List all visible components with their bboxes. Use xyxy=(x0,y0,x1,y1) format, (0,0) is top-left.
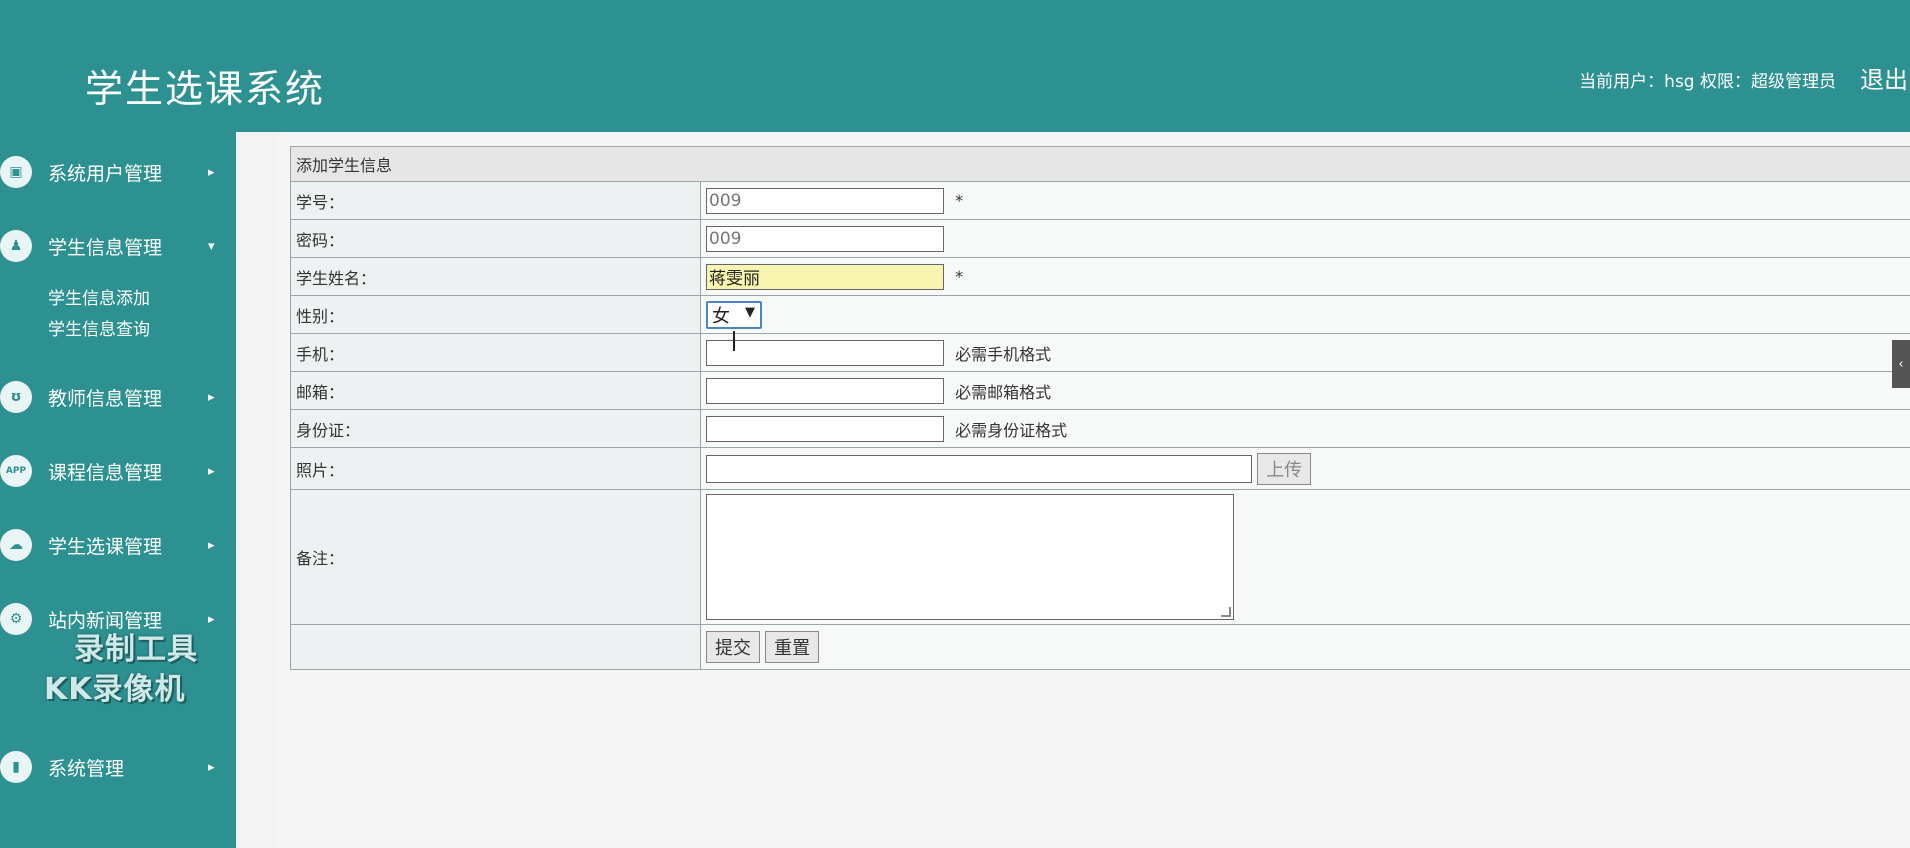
recorder-watermark: 录制工具 KK录像机 xyxy=(44,630,198,710)
cloud-icon: ☁ xyxy=(0,529,32,561)
phone-hint: 必需手机格式 xyxy=(955,344,1052,364)
phone-cell: 必需手机格式 xyxy=(700,333,1910,372)
dropdown-arrow-icon: ▼ xyxy=(745,304,755,320)
sidebar-item-course-info[interactable]: APP 课程信息管理 ▸ xyxy=(0,449,236,493)
main-content: 添加学生信息 学号： * 密码： 学生姓名： * 性别： xyxy=(276,132,1910,848)
add-student-form: 添加学生信息 学号： * 密码： 学生姓名： * 性别： xyxy=(290,146,1910,670)
sidebar-subitem-student-add[interactable]: 学生信息添加 xyxy=(48,284,150,309)
required-mark: * xyxy=(955,191,964,210)
gender-select[interactable]: 女 ▼ xyxy=(706,300,762,329)
phone-input[interactable] xyxy=(706,339,944,366)
chevron-right-icon: ▸ xyxy=(208,164,215,180)
sidebar-item-student-info[interactable]: ♟ 学生信息管理 ▾ xyxy=(0,224,236,268)
remark-cell xyxy=(700,489,1910,625)
sidebar-subitem-student-query[interactable]: 学生信息查询 xyxy=(48,315,150,340)
logout-link[interactable]: 退出 xyxy=(1860,60,1908,95)
sidebar-item-label: 学生信息管理 xyxy=(48,236,163,259)
id-card-label: 身份证： xyxy=(290,409,701,448)
app-icon: APP xyxy=(0,455,32,487)
chevron-right-icon: ▸ xyxy=(208,537,215,553)
teacher-icon: ʊ xyxy=(0,381,32,413)
photo-path-input[interactable] xyxy=(706,454,1252,483)
student-name-cell: * xyxy=(700,257,1910,296)
submit-button[interactable]: 提交 xyxy=(706,631,760,663)
gender-label: 性别： xyxy=(290,295,701,334)
user-icon: ♟ xyxy=(0,230,32,262)
sidebar-item-label: 教师信息管理 xyxy=(48,387,163,410)
watermark-line2: KK录像机 xyxy=(44,672,186,707)
password-cell xyxy=(700,219,1910,258)
gender-selected-value: 女 xyxy=(712,305,730,327)
actions-empty-cell xyxy=(290,624,701,670)
sidebar-item-label: 系统管理 xyxy=(48,757,125,780)
password-input[interactable] xyxy=(706,225,944,252)
required-mark: * xyxy=(955,267,964,286)
app-title: 学生选课系统 xyxy=(85,67,326,111)
id-card-cell: 必需身份证格式 xyxy=(700,409,1910,448)
sidebar-item-label: 系统用户管理 xyxy=(48,162,163,185)
text-cursor-icon xyxy=(733,331,735,351)
photo-label: 照片： xyxy=(290,447,701,490)
watermark-line1: 录制工具 xyxy=(74,632,198,667)
remark-textarea[interactable] xyxy=(706,494,1234,620)
phone-label: 手机： xyxy=(290,333,701,372)
chevron-down-icon: ▾ xyxy=(208,238,215,254)
collapse-tab[interactable]: ‹ xyxy=(1892,340,1910,388)
monitor-icon: ▣ xyxy=(0,156,32,188)
email-input[interactable] xyxy=(706,377,944,404)
email-label: 邮箱： xyxy=(290,371,701,410)
sidebar-item-course-selection[interactable]: ☁ 学生选课管理 ▸ xyxy=(0,523,236,567)
gear-icon: ⚙ xyxy=(0,603,32,635)
form-caption: 添加学生信息 xyxy=(290,146,1910,182)
sidebar-item-system[interactable]: ▮ 系统管理 ▸ xyxy=(0,745,236,789)
email-hint: 必需邮箱格式 xyxy=(955,382,1052,402)
gender-cell: 女 ▼ xyxy=(700,295,1910,334)
sidebar: ▣ 系统用户管理 ▸ ♟ 学生信息管理 ▾ 学生信息添加 学生信息查询 ʊ 教师… xyxy=(0,132,236,848)
remark-label: 备注： xyxy=(290,489,701,625)
actions-cell: 提交 重置 xyxy=(700,624,1910,670)
chevron-right-icon: ▸ xyxy=(208,611,215,627)
reset-button[interactable]: 重置 xyxy=(765,631,820,663)
chevron-right-icon: ▸ xyxy=(208,759,215,775)
resize-grip-icon[interactable] xyxy=(1221,607,1231,617)
chevron-left-icon: ‹ xyxy=(1898,356,1904,372)
password-label: 密码： xyxy=(290,219,701,258)
photo-cell: 上传 xyxy=(700,447,1910,490)
sidebar-item-system-users[interactable]: ▣ 系统用户管理 ▸ xyxy=(0,150,236,194)
header-bar: 学生选课系统 当前用户：hsg 权限：超级管理员 退出 xyxy=(0,0,1910,132)
student-no-input[interactable] xyxy=(706,187,944,214)
email-cell: 必需邮箱格式 xyxy=(700,371,1910,410)
chevron-right-icon: ▸ xyxy=(208,389,215,405)
sidebar-item-label: 学生选课管理 xyxy=(48,535,163,558)
student-name-input[interactable] xyxy=(706,263,944,290)
current-user-info: 当前用户：hsg 权限：超级管理员 xyxy=(1579,72,1836,92)
chart-icon: ▮ xyxy=(0,751,32,783)
student-no-label: 学号： xyxy=(290,181,701,220)
sidebar-item-label: 课程信息管理 xyxy=(48,461,163,484)
upload-button[interactable]: 上传 xyxy=(1257,452,1312,485)
id-card-hint: 必需身份证格式 xyxy=(955,420,1068,440)
sidebar-item-teacher-info[interactable]: ʊ 教师信息管理 ▸ xyxy=(0,375,236,419)
student-name-label: 学生姓名： xyxy=(290,257,701,296)
chevron-right-icon: ▸ xyxy=(208,463,215,479)
id-card-input[interactable] xyxy=(706,415,944,442)
student-no-cell: * xyxy=(700,181,1910,220)
sidebar-item-label: 站内新闻管理 xyxy=(48,609,163,632)
